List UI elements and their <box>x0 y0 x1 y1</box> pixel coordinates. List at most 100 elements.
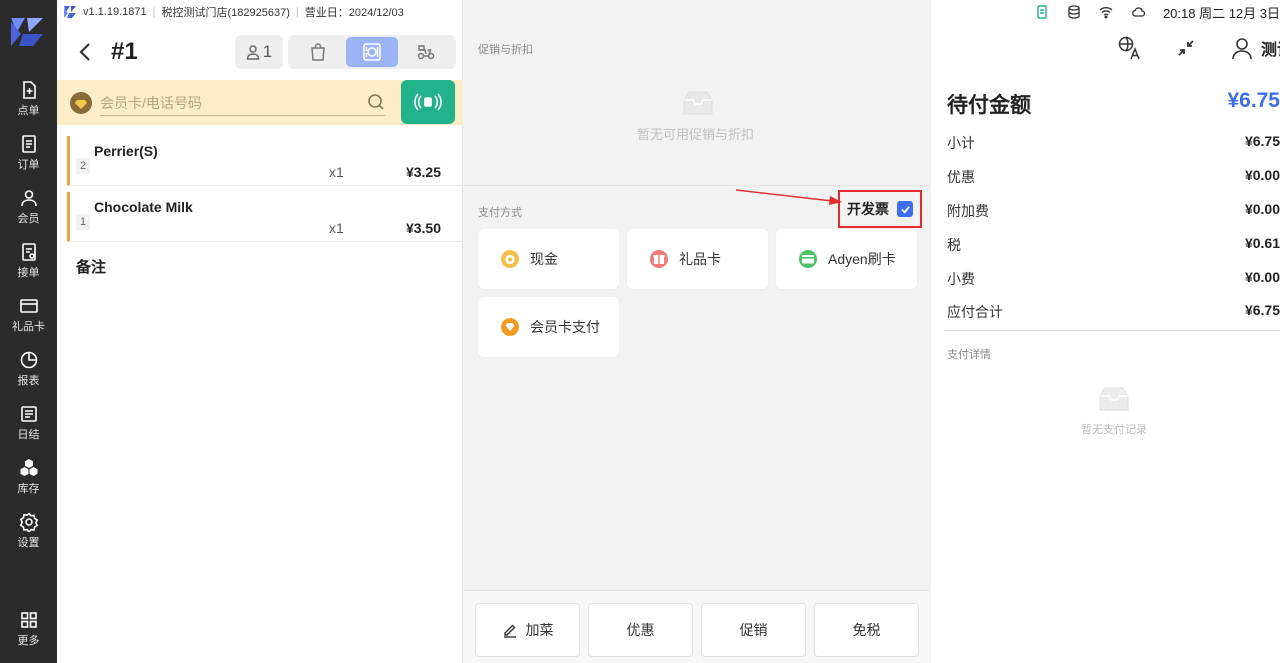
app-logo-small <box>64 6 76 18</box>
nav-label: 库存 <box>17 483 40 495</box>
row-label: 小费 <box>947 271 975 287</box>
nav-item-report[interactable]: 报表 <box>0 350 57 398</box>
tax-exempt-button[interactable]: 免税 <box>814 603 919 657</box>
member-diamond-icon <box>70 92 92 114</box>
collapse-icon[interactable] <box>1173 35 1199 61</box>
nfc-read-button[interactable] <box>401 80 455 124</box>
clock-text: 20:18 周二 12月 3日 <box>1162 5 1280 21</box>
nav-item-daily-close[interactable]: 日结 <box>0 404 57 452</box>
mode-dine-in-button[interactable] <box>346 37 398 67</box>
row-value: ¥0.61 <box>1244 235 1280 251</box>
annotation-arrow <box>735 189 842 205</box>
pay-method-member-card[interactable]: 会员卡支付 <box>478 297 619 357</box>
app-logo <box>11 18 43 46</box>
user-name[interactable]: 测试 <box>1261 36 1280 60</box>
nav-item-orders[interactable]: 订单 <box>0 134 57 182</box>
delivery-scooter-icon <box>417 45 435 60</box>
item-price: ¥3.25 <box>405 164 441 180</box>
row-value: ¥0.00 <box>1244 269 1280 285</box>
accept-order-icon <box>21 243 36 261</box>
wifi-icon <box>1099 7 1113 19</box>
summary-row-tax: 税 ¥0.61 <box>947 235 1280 255</box>
dine-in-icon <box>363 43 381 61</box>
cloud-icon <box>1132 7 1145 17</box>
summary-row-surcharge: 附加费 ¥0.00 <box>947 201 1280 221</box>
nav-label: 报表 <box>17 375 40 387</box>
action-label: 促销 <box>739 622 768 638</box>
pay-method-cash[interactable]: 现金 <box>478 229 619 289</box>
nav-label: 点单 <box>17 105 40 117</box>
row-label: 小计 <box>947 135 975 151</box>
add-order-icon <box>22 81 36 99</box>
invoice-toggle[interactable]: 开发票 <box>838 190 922 228</box>
discount-button[interactable]: 优惠 <box>588 603 693 657</box>
member-search-input[interactable] <box>100 90 385 116</box>
app-info-bar: v1.1.19.1871 | 税控测试门店(182925637) | 营业日：2… <box>63 4 404 20</box>
remark-label[interactable]: 备注 <box>76 256 106 277</box>
item-quantity: x1 <box>329 220 344 236</box>
card-icon <box>799 250 817 268</box>
action-bar: 加菜 优惠 促销 免税 <box>464 590 930 663</box>
guest-count: 1 <box>262 42 273 61</box>
item-quantity: x1 <box>329 164 344 180</box>
promotion-button[interactable]: 促销 <box>701 603 806 657</box>
promo-empty-text: 暂无可用促销与折扣 <box>637 127 755 142</box>
gift-card-icon <box>19 299 38 313</box>
add-dish-button[interactable]: 加菜 <box>475 603 580 657</box>
nav-item-gift-card[interactable]: 礼品卡 <box>0 296 57 344</box>
nav-label: 设置 <box>17 537 40 549</box>
nav-item-order[interactable]: 点单 <box>0 80 57 128</box>
summary-panel: 20:18 周二 12月 3日 测试 待付金额 ¥6.75 小计 ¥6.75 优… <box>931 0 1280 663</box>
summary-row-subtotal: 小计 ¥6.75 <box>947 133 1280 153</box>
order-item-row[interactable]: 1 Chocolate Milk x1 ¥3.50 <box>67 192 463 242</box>
guest-count-button[interactable]: 1 <box>235 35 283 69</box>
nav-item-accept[interactable]: 接单 <box>0 242 57 290</box>
row-label: 优惠 <box>947 169 975 185</box>
row-label: 附加费 <box>947 203 989 219</box>
nav-item-member[interactable]: 会员 <box>0 188 57 236</box>
person-icon <box>246 45 259 60</box>
nav-item-inventory[interactable]: 库存 <box>0 458 57 506</box>
business-day: 营业日：2024/12/03 <box>304 7 404 19</box>
user-icon[interactable] <box>1229 35 1255 61</box>
translate-icon[interactable] <box>1117 35 1143 61</box>
nav-item-more[interactable]: 更多 <box>0 610 57 658</box>
nav-rail: 点单 订单 会员 接单 礼品卡 报表 日结 库存 设置 更多 <box>0 0 57 663</box>
storage-icon <box>1068 5 1080 19</box>
row-value: ¥6.75 <box>1244 302 1280 318</box>
takeout-bag-icon <box>311 43 325 61</box>
payment-detail-title: 支付详情 <box>947 349 991 361</box>
pay-method-label: Adyen刷卡 <box>828 251 896 267</box>
invoice-label: 开发票 <box>847 201 889 217</box>
summary-divider <box>945 330 1280 331</box>
empty-box-icon <box>683 91 713 115</box>
nav-label: 礼品卡 <box>12 321 45 333</box>
section-divider <box>464 185 930 186</box>
item-index: 1 <box>76 214 90 230</box>
back-icon[interactable] <box>75 40 95 64</box>
invoice-checkbox[interactable] <box>897 201 913 217</box>
check-icon <box>900 205 910 214</box>
daily-close-icon <box>20 406 37 422</box>
row-value: ¥6.75 <box>1244 133 1280 149</box>
payment-panel: 促销与折扣 暂无可用促销与折扣 支付方式 开发票 现金 礼品卡 Adyen刷卡 … <box>464 0 930 663</box>
empty-box-icon <box>1099 387 1129 411</box>
mode-takeout-button[interactable] <box>292 37 344 67</box>
order-panel: v1.1.19.1871 | 税控测试门店(182925637) | 营业日：2… <box>57 0 463 663</box>
promo-section-title: 促销与折扣 <box>478 44 533 56</box>
pay-method-gift-card[interactable]: 礼品卡 <box>627 229 768 289</box>
pay-method-label: 会员卡支付 <box>530 319 600 335</box>
row-label: 应付合计 <box>947 304 1003 320</box>
gift-icon <box>650 250 668 268</box>
nav-label: 更多 <box>17 635 40 647</box>
search-icon[interactable] <box>367 93 385 111</box>
nav-label: 会员 <box>17 213 40 225</box>
inventory-icon <box>20 459 37 476</box>
nav-item-settings[interactable]: 设置 <box>0 512 57 560</box>
mode-delivery-button[interactable] <box>400 37 452 67</box>
nfc-icon <box>414 93 442 111</box>
order-item-row[interactable]: 2 Perrier(S) x1 ¥3.25 <box>67 136 463 186</box>
payment-method-title: 支付方式 <box>478 207 522 219</box>
pay-method-adyen[interactable]: Adyen刷卡 <box>776 229 917 289</box>
report-icon <box>20 351 37 369</box>
